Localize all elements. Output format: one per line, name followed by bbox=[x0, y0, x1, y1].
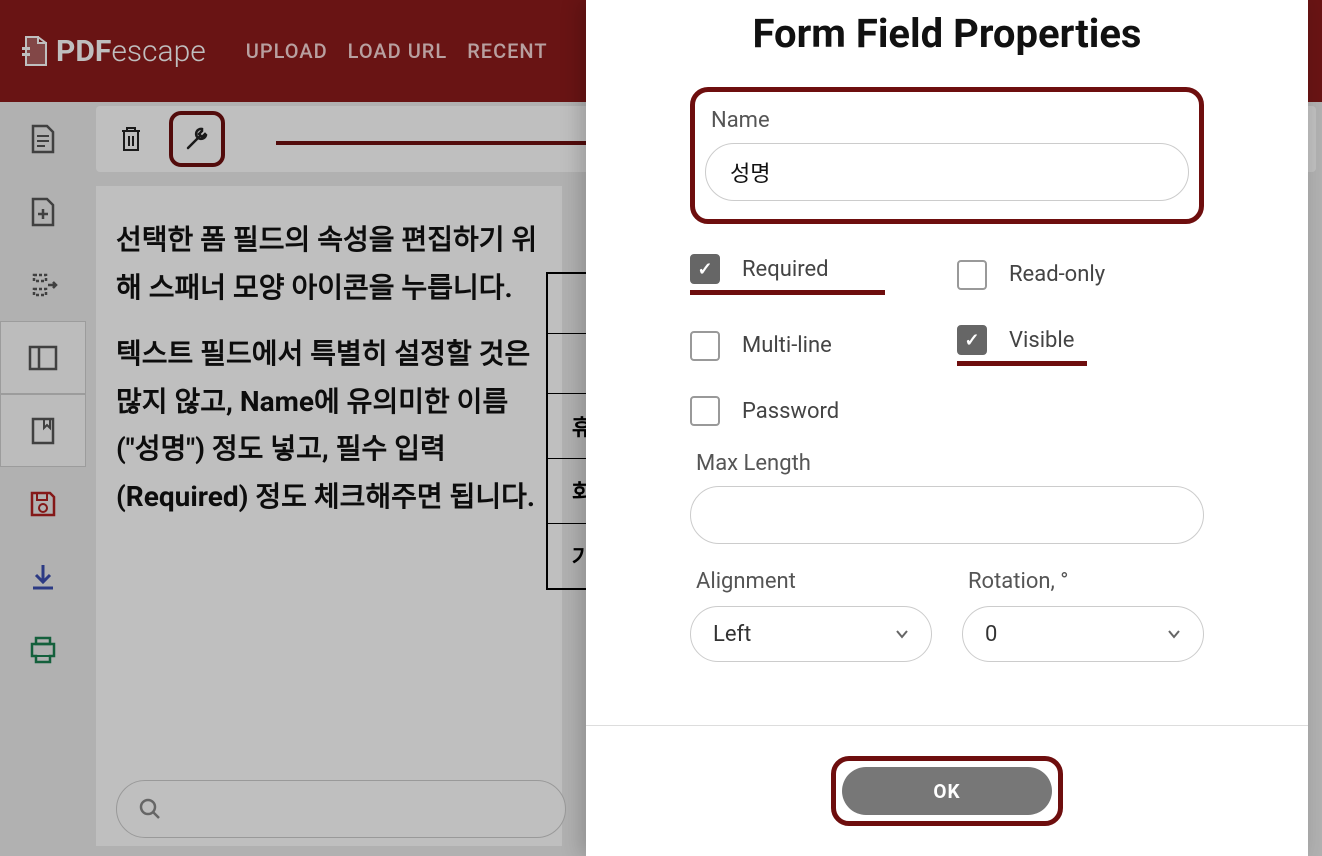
maxlength-label: Max Length bbox=[690, 451, 1204, 476]
select-value: 0 bbox=[985, 622, 997, 647]
instruction-text-2: 텍스트 필드에서 특별히 설정할 것은 많지 않고, Name에 유의미한 이름… bbox=[116, 330, 542, 520]
checkbox-label: Required bbox=[742, 257, 829, 282]
name-input[interactable] bbox=[705, 143, 1189, 201]
sidebar-page-icon[interactable] bbox=[0, 102, 86, 175]
properties-tool-icon[interactable] bbox=[169, 111, 225, 167]
logo-icon bbox=[20, 33, 50, 69]
sidebar-save-icon[interactable] bbox=[0, 467, 86, 540]
maxlength-input[interactable] bbox=[690, 486, 1204, 544]
top-nav: UPLOAD LOAD URL RECENT bbox=[246, 39, 548, 63]
instruction-panel: 선택한 폼 필드의 속성을 편집하기 위해 스패너 모양 아이콘을 누릅니다. … bbox=[96, 186, 562, 846]
checkbox-group: ✓ Required Read-only Multi-line ✓ Visibl… bbox=[690, 254, 1204, 426]
left-sidebar bbox=[0, 102, 86, 856]
required-underline bbox=[690, 290, 885, 295]
sidebar-add-page-icon[interactable] bbox=[0, 175, 86, 248]
sidebar-bookmark-icon[interactable] bbox=[0, 394, 86, 467]
alignment-select[interactable]: Left bbox=[690, 606, 932, 662]
checkbox-label: Password bbox=[742, 399, 839, 424]
checkbox-label: Multi-line bbox=[742, 333, 832, 358]
chevron-down-icon bbox=[895, 629, 909, 639]
app-logo: PDFescape bbox=[20, 33, 206, 69]
select-value: Left bbox=[713, 622, 751, 647]
readonly-checkbox[interactable]: Read-only bbox=[957, 254, 1204, 295]
required-checkbox[interactable]: ✓ Required bbox=[690, 254, 937, 284]
checkbox-label: Read-only bbox=[1009, 262, 1105, 287]
sidebar-download-icon[interactable] bbox=[0, 540, 86, 613]
checkbox-icon: ✓ bbox=[690, 254, 720, 284]
logo-text: PDFescape bbox=[56, 34, 206, 69]
sidebar-print-icon[interactable] bbox=[0, 613, 86, 686]
delete-tool-icon[interactable] bbox=[111, 119, 151, 159]
nav-upload[interactable]: UPLOAD bbox=[246, 39, 328, 63]
password-checkbox[interactable]: Password bbox=[690, 396, 937, 426]
nav-load-url[interactable]: LOAD URL bbox=[348, 39, 448, 63]
instruction-text-1: 선택한 폼 필드의 속성을 편집하기 위해 스패너 모양 아이콘을 누릅니다. bbox=[116, 216, 542, 311]
nav-recent[interactable]: RECENT bbox=[467, 39, 547, 63]
checkbox-label: Visible bbox=[1009, 328, 1074, 353]
ok-button[interactable]: OK bbox=[842, 767, 1052, 815]
checkbox-icon bbox=[957, 260, 987, 290]
checkbox-icon bbox=[690, 396, 720, 426]
chevron-down-icon bbox=[1167, 629, 1181, 639]
search-input[interactable] bbox=[116, 780, 566, 838]
visible-underline bbox=[957, 361, 1087, 366]
search-icon bbox=[139, 798, 161, 820]
name-label: Name bbox=[705, 108, 1189, 133]
checkbox-icon: ✓ bbox=[957, 325, 987, 355]
multiline-checkbox[interactable]: Multi-line bbox=[690, 325, 937, 366]
name-field-highlight: Name bbox=[690, 87, 1204, 224]
rotation-select[interactable]: 0 bbox=[962, 606, 1204, 662]
visible-checkbox[interactable]: ✓ Visible bbox=[957, 325, 1204, 355]
rotation-label: Rotation, ° bbox=[962, 569, 1204, 594]
sidebar-panel-icon[interactable] bbox=[0, 321, 86, 394]
sidebar-extract-icon[interactable] bbox=[0, 248, 86, 321]
form-field-properties-dialog: Form Field Properties Name ✓ Required Re… bbox=[586, 0, 1308, 856]
alignment-label: Alignment bbox=[690, 569, 932, 594]
dialog-title: Form Field Properties bbox=[586, 0, 1308, 87]
checkbox-icon bbox=[690, 331, 720, 361]
ok-button-highlight: OK bbox=[831, 756, 1063, 826]
dialog-footer: OK bbox=[586, 725, 1308, 856]
